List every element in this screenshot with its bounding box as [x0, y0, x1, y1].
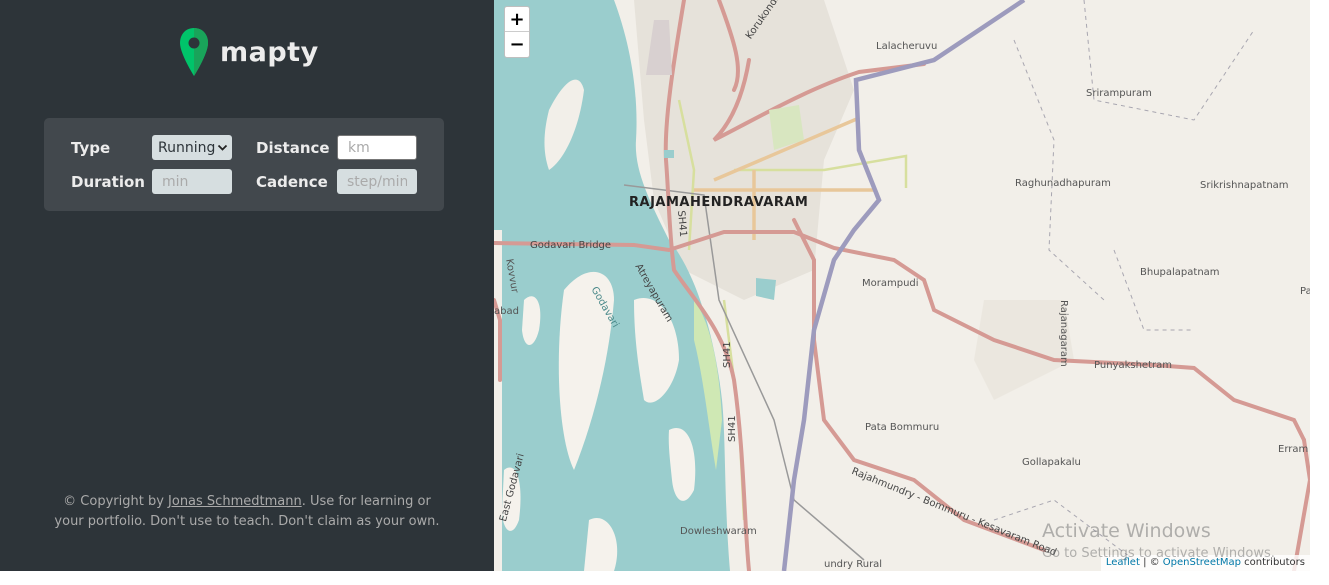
sidebar: mapty Type Running Distance Duration Cad…	[0, 0, 494, 571]
road-label: Godavari Bridge	[530, 240, 612, 251]
place-label: Gollapakalu	[1022, 457, 1081, 468]
logo: mapty	[178, 26, 319, 78]
distance-input[interactable]	[337, 135, 417, 160]
distance-label: Distance	[256, 139, 330, 157]
place-label: Srikrishnapatnam	[1200, 180, 1289, 191]
road-label: SH41	[675, 210, 689, 238]
page-margin-right	[1310, 0, 1329, 585]
type-label: Type	[71, 139, 111, 157]
zoom-out-button[interactable]: −	[505, 32, 529, 57]
type-select-value: Running	[158, 139, 216, 156]
watermark-title: Activate Windows	[1042, 520, 1211, 542]
place-label: Erram	[1278, 444, 1309, 455]
duration-label: Duration	[71, 173, 145, 191]
cadence-label: Cadence	[256, 173, 328, 191]
place-label: undry Rural	[824, 559, 883, 570]
map-pin-icon	[180, 28, 208, 76]
page-margin-bottom	[0, 571, 1329, 585]
duration-input[interactable]	[152, 169, 232, 194]
place-label: Pata Bommuru	[865, 422, 940, 433]
activate-windows-watermark: Activate Windows Go to Settings to activ…	[1042, 520, 1275, 561]
place-label: Raghunadhapuram	[1015, 178, 1111, 189]
place-label: abad	[494, 306, 519, 317]
road-label: SH41	[722, 341, 733, 368]
map[interactable]: + − RAJAMAHENDRAVARAM Lalacheruvu Sriram…	[494, 0, 1310, 571]
workout-form: Type Running Distance Duration Cadence	[44, 118, 444, 211]
place-label: Rajanagaram	[1058, 300, 1069, 367]
place-label: Dowleshwaram	[680, 526, 757, 537]
place-label: Srirampuram	[1086, 88, 1152, 99]
chevron-down-icon	[217, 144, 228, 151]
type-select[interactable]: Running	[152, 135, 232, 160]
copyright: © Copyright by Jonas Schmedtmann. Use fo…	[50, 492, 444, 532]
place-label: Pa	[1300, 286, 1310, 297]
place-label: Punyakshetram	[1094, 360, 1172, 371]
zoom-in-button[interactable]: +	[505, 7, 529, 32]
place-label: Bhupalapatnam	[1140, 267, 1220, 278]
road-label: SH41	[727, 415, 738, 442]
cadence-input[interactable]	[337, 169, 417, 194]
app-name: mapty	[220, 36, 319, 68]
city-label: RAJAMAHENDRAVARAM	[629, 195, 809, 210]
zoom-control: + −	[504, 6, 530, 58]
place-label: Lalacheruvu	[876, 41, 938, 52]
author-link[interactable]: Jonas Schmedtmann	[168, 494, 302, 509]
copyright-prefix: © Copyright by	[63, 494, 169, 509]
place-label: Morampudi	[862, 278, 919, 289]
watermark-subtitle: Go to Settings to activate Windows.	[1042, 546, 1275, 561]
